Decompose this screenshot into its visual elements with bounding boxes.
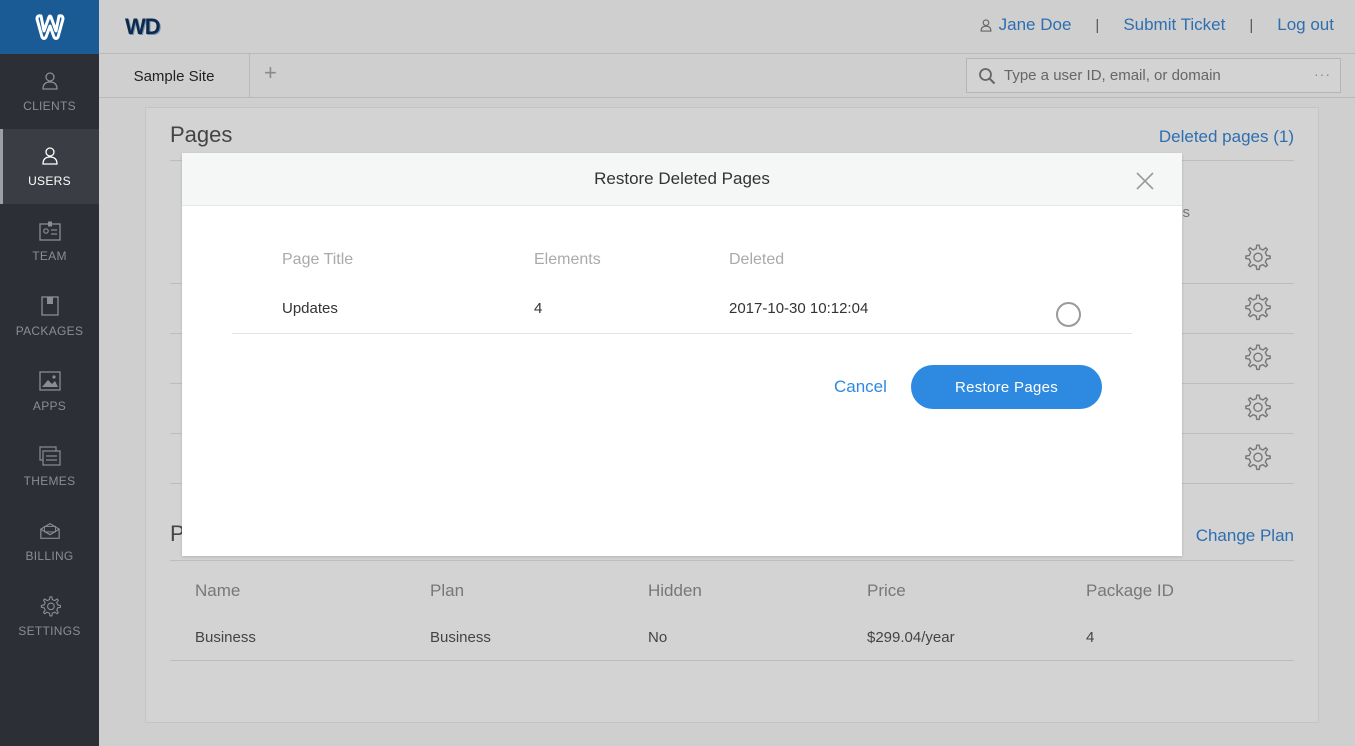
column-header-page-title: Page Title — [282, 251, 354, 268]
user-menu[interactable]: Jane Doe — [979, 15, 1072, 35]
gear-icon[interactable] — [1244, 344, 1272, 372]
user-icon — [39, 70, 61, 92]
tab-sample-site[interactable]: Sample Site — [99, 54, 250, 98]
cell-page-title: Updates — [282, 300, 338, 317]
image-icon — [38, 370, 61, 392]
badge-icon — [38, 220, 61, 242]
sidebar-item-apps[interactable]: APPS — [0, 354, 99, 429]
user-icon — [980, 18, 992, 32]
layers-icon — [38, 445, 61, 467]
modal-header: Restore Deleted Pages — [182, 153, 1182, 206]
sidebar-item-clients[interactable]: CLIENTS — [0, 54, 99, 129]
sidebar-item-label: USERS — [28, 174, 71, 188]
column-header-elements: Elements — [534, 251, 601, 268]
search-icon — [978, 67, 996, 85]
cancel-button[interactable]: Cancel — [834, 377, 887, 397]
sidebar-item-label: CLIENTS — [23, 99, 76, 113]
sidebar-item-label: THEMES — [23, 474, 76, 488]
top-links: Jane Doe | Submit Ticket | Log out — [979, 15, 1334, 35]
sidebar-item-settings[interactable]: SETTINGS — [0, 579, 99, 654]
gear-icon[interactable] — [1244, 244, 1272, 272]
cell-elements: 4 — [534, 300, 543, 317]
cell-deleted-date: 2017-10-30 10:12:04 — [729, 300, 869, 317]
gear-icon[interactable] — [1244, 294, 1272, 322]
sidebar-item-label: SETTINGS — [18, 624, 81, 638]
column-header-partial: s — [1182, 204, 1191, 221]
sidebar-item-billing[interactable]: BILLING — [0, 504, 99, 579]
add-tab-button[interactable]: + — [264, 60, 277, 86]
cell-plan: Business — [430, 629, 491, 646]
search-input[interactable]: Type a user ID, email, or domain ··· — [966, 58, 1341, 93]
gear-icon[interactable] — [1244, 444, 1272, 472]
divider — [170, 660, 1294, 661]
sidebar-item-packages[interactable]: PACKAGES — [0, 279, 99, 354]
select-page-radio[interactable] — [1056, 302, 1081, 327]
separator: | — [1249, 16, 1254, 34]
sidebar: CLIENTS USERS TEAM PACKAGES APPS THEMES — [0, 0, 99, 746]
divider — [232, 333, 1132, 334]
more-options-icon[interactable]: ··· — [1314, 66, 1331, 82]
cell-price: $299.04/year — [867, 629, 955, 646]
deleted-pages-link[interactable]: Deleted pages (1) — [1159, 127, 1294, 147]
column-header: Name — [195, 581, 241, 600]
modal-title: Restore Deleted Pages — [594, 169, 770, 188]
cell-package-id: 4 — [1086, 629, 1095, 646]
sidebar-item-team[interactable]: TEAM — [0, 204, 99, 279]
submit-ticket-link[interactable]: Submit Ticket — [1123, 15, 1225, 35]
envelope-icon — [39, 520, 61, 542]
sidebar-item-themes[interactable]: THEMES — [0, 429, 99, 504]
logout-link[interactable]: Log out — [1277, 15, 1334, 35]
weebly-logo-icon — [35, 14, 64, 40]
package-icon — [39, 295, 61, 317]
divider — [170, 560, 1294, 561]
separator: | — [1095, 16, 1100, 34]
restore-pages-button[interactable]: Restore Pages — [911, 365, 1102, 409]
gear-icon[interactable] — [1244, 394, 1272, 422]
column-header: Package ID — [1086, 581, 1174, 600]
top-bar: WD Jane Doe | Submit Ticket | Log out — [99, 0, 1355, 54]
site-tab-bar: Sample Site + Type a user ID, email, or … — [99, 54, 1355, 98]
pages-section-title: Pages — [170, 122, 233, 147]
user-icon — [39, 145, 61, 167]
restore-deleted-pages-modal: Restore Deleted Pages Page Title Element… — [182, 153, 1182, 556]
search-placeholder: Type a user ID, email, or domain — [1004, 67, 1221, 84]
column-header: Price — [867, 581, 906, 600]
sidebar-item-users[interactable]: USERS — [0, 129, 99, 204]
column-header-deleted: Deleted — [729, 251, 785, 268]
column-header: Plan — [430, 581, 465, 600]
cell-name: Business — [195, 629, 256, 646]
change-plan-link[interactable]: Change Plan — [1196, 526, 1294, 546]
sidebar-item-label: BILLING — [25, 549, 74, 563]
sidebar-item-label: PACKAGES — [15, 324, 84, 338]
user-name: Jane Doe — [998, 15, 1072, 34]
cell-hidden: No — [648, 629, 668, 646]
close-icon[interactable] — [1136, 172, 1154, 190]
brand-logo-text[interactable]: WD — [125, 14, 161, 40]
sidebar-item-label: APPS — [32, 399, 67, 413]
column-header: Hidden — [648, 581, 702, 600]
gear-icon — [39, 595, 61, 617]
sidebar-item-label: TEAM — [32, 249, 67, 263]
weebly-logo[interactable] — [0, 0, 99, 54]
